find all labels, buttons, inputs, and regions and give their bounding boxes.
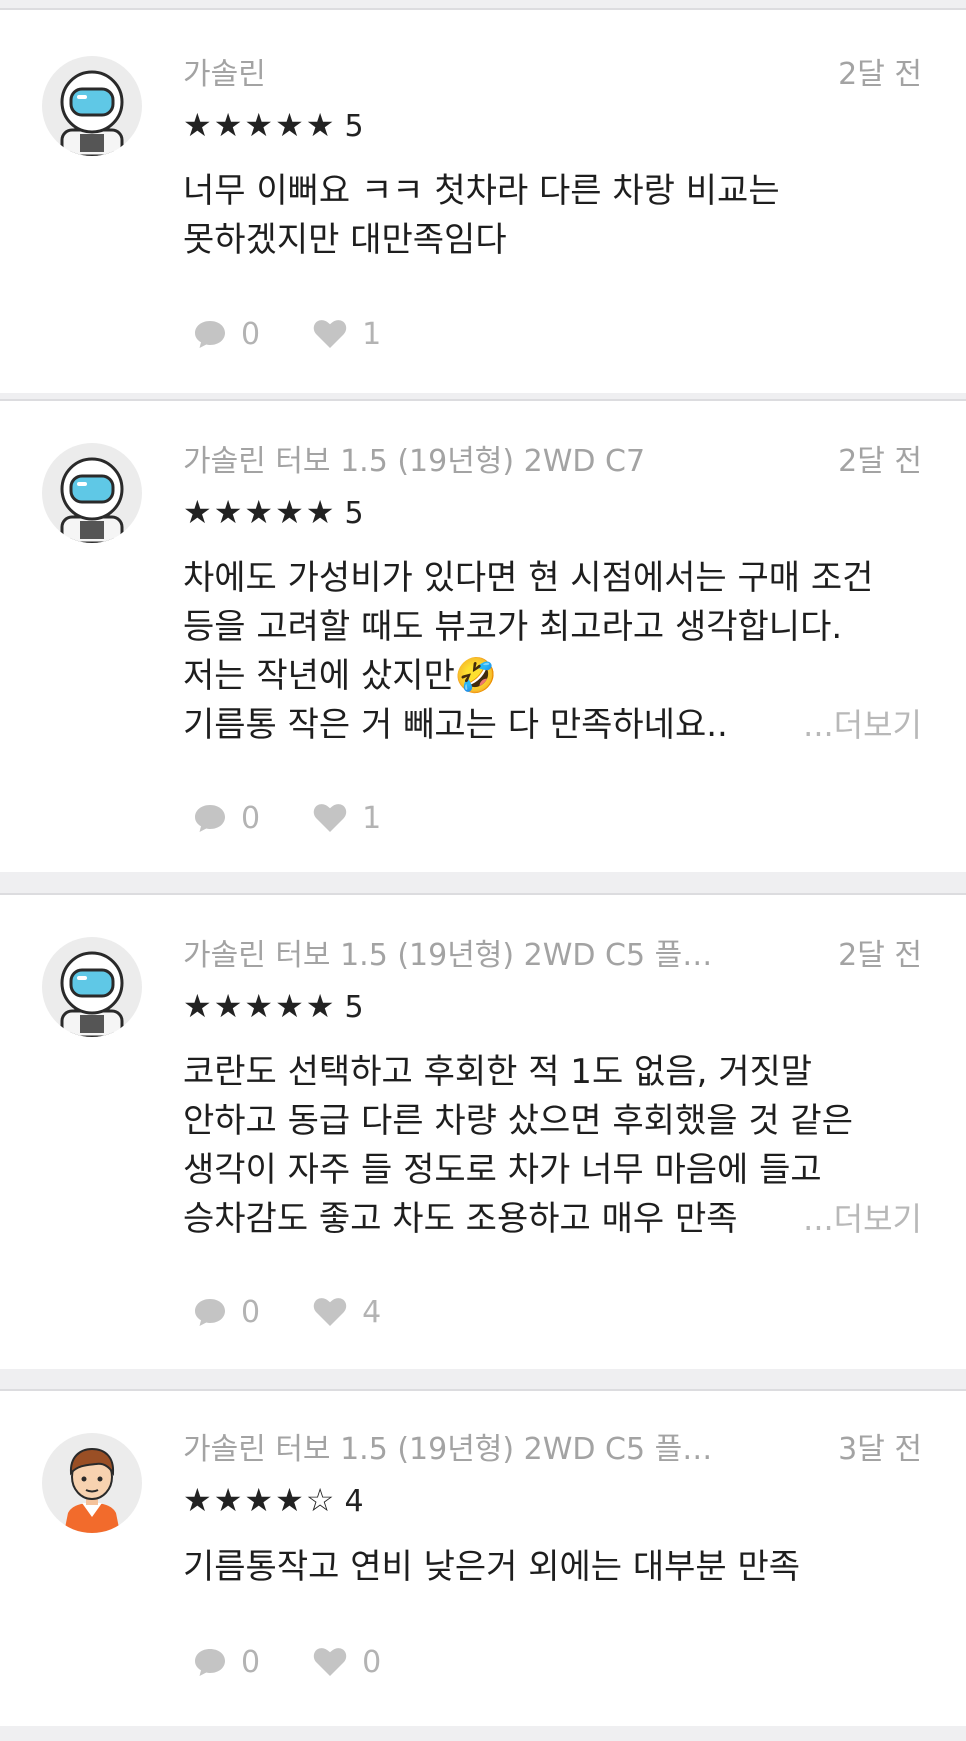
heart-icon	[313, 320, 347, 348]
car-trim-label: 가솔린 터보 1.5 (19년형) 2WD C5 플…	[183, 938, 713, 973]
like-count: 1	[362, 316, 382, 352]
rating-stars: ★★★★☆	[183, 1481, 337, 1519]
review-actions: 0 4	[193, 1292, 433, 1332]
review-actions: 0 0	[193, 1642, 433, 1682]
rating-stars: ★★★★★	[183, 493, 337, 531]
star-rating: ★★★★★ 5	[183, 105, 364, 147]
rating-score: 5	[344, 496, 364, 531]
comment-icon	[195, 805, 225, 832]
comment-count: 0	[241, 1294, 261, 1330]
review-body-line: 못하겠지만 대만족임다	[183, 220, 507, 260]
comment-icon	[195, 321, 225, 348]
like-count: 4	[362, 1294, 382, 1330]
like-count: 0	[362, 1644, 382, 1680]
review-body-line: 안하고 동급 다른 차량 샀으면 후회했을 것 같은	[183, 1101, 853, 1141]
review-date: 2달 전	[838, 57, 922, 92]
review-date: 3달 전	[838, 1432, 922, 1467]
read-more-link[interactable]: ...더보기	[803, 701, 922, 750]
review-actions: 0 1	[193, 798, 433, 838]
review-body-line: 생각이 자주 들 정도로 차가 너무 마음에 들고	[183, 1150, 822, 1190]
astronaut-avatar-icon[interactable]	[42, 56, 142, 156]
comment-button[interactable]: 0	[193, 1645, 260, 1680]
review-date: 2달 전	[838, 444, 922, 479]
review-card: 가솔린 터보 1.5 (19년형) 2WD C5 플… 2달 전 ★★★★★ 5 …	[0, 893, 966, 1369]
rating-score: 5	[344, 109, 364, 144]
rating-stars: ★★★★★	[183, 106, 337, 144]
review-body[interactable]: 기름통작고 연비 낮은거 외에는 대부분 만족	[183, 1543, 923, 1592]
car-trim-label: 가솔린	[183, 57, 266, 92]
like-button[interactable]: 1	[312, 801, 381, 836]
rating-stars: ★★★★★	[183, 987, 337, 1025]
review-card: 가솔린 2달 전 ★★★★★ 5 너무 이뻐요 ㅋㅋ 첫차라 다른 차랑 비교는 …	[0, 8, 966, 393]
review-body-line: 코란도 선택하고 후회한 적 1도 없음, 거짓말	[183, 1052, 813, 1092]
star-rating: ★★★★☆ 4	[183, 1480, 364, 1522]
heart-icon	[313, 1648, 347, 1676]
review-body-line: 기름통작고 연비 낮은거 외에는 대부분 만족	[183, 1547, 801, 1587]
review-card: 가솔린 터보 1.5 (19년형) 2WD C5 플… 3달 전 ★★★★☆ 4 …	[0, 1389, 966, 1726]
read-more-link[interactable]: ...더보기	[803, 1195, 922, 1244]
review-body-line: 저는 작년에 샀지만🤣	[183, 656, 498, 696]
star-rating: ★★★★★ 5	[183, 986, 364, 1028]
car-trim-label: 가솔린 터보 1.5 (19년형) 2WD C7	[183, 444, 646, 479]
rating-score: 5	[344, 990, 364, 1025]
heart-icon	[313, 1298, 347, 1326]
review-body-line: 등을 고려할 때도 뷰코가 최고라고 생각합니다.	[183, 607, 843, 647]
astronaut-avatar-icon[interactable]	[42, 443, 142, 543]
like-count: 1	[362, 800, 382, 836]
comment-button[interactable]: 0	[193, 801, 260, 836]
comment-count: 0	[241, 1644, 261, 1680]
star-rating: ★★★★★ 5	[183, 492, 364, 534]
review-date: 2달 전	[838, 938, 922, 973]
rating-score: 4	[344, 1484, 364, 1519]
like-button[interactable]: 4	[312, 1295, 381, 1330]
like-button[interactable]: 0	[312, 1645, 381, 1680]
like-button[interactable]: 1	[312, 317, 381, 352]
astronaut-avatar-icon[interactable]	[42, 937, 142, 1037]
comment-icon	[195, 1299, 225, 1326]
review-body-line: 너무 이뻐요 ㅋㅋ 첫차라 다른 차랑 비교는	[183, 171, 780, 211]
review-card: 가솔린 터보 1.5 (19년형) 2WD C7 2달 전 ★★★★★ 5 차에도…	[0, 399, 966, 872]
review-body[interactable]: 너무 이뻐요 ㅋㅋ 첫차라 다른 차랑 비교는 못하겠지만 대만족임다	[183, 167, 923, 265]
comment-count: 0	[241, 800, 261, 836]
review-feed: 가솔린 2달 전 ★★★★★ 5 너무 이뻐요 ㅋㅋ 첫차라 다른 차랑 비교는 …	[0, 0, 966, 1741]
comment-button[interactable]: 0	[193, 1295, 260, 1330]
review-body-line: 차에도 가성비가 있다면 현 시점에서는 구매 조건	[183, 558, 874, 598]
comment-count: 0	[241, 316, 261, 352]
comment-button[interactable]: 0	[193, 317, 260, 352]
man-avatar-icon[interactable]	[42, 1433, 142, 1533]
heart-icon	[313, 804, 347, 832]
car-trim-label: 가솔린 터보 1.5 (19년형) 2WD C5 플…	[183, 1432, 713, 1467]
comment-icon	[195, 1649, 225, 1676]
review-actions: 0 1	[193, 314, 433, 354]
